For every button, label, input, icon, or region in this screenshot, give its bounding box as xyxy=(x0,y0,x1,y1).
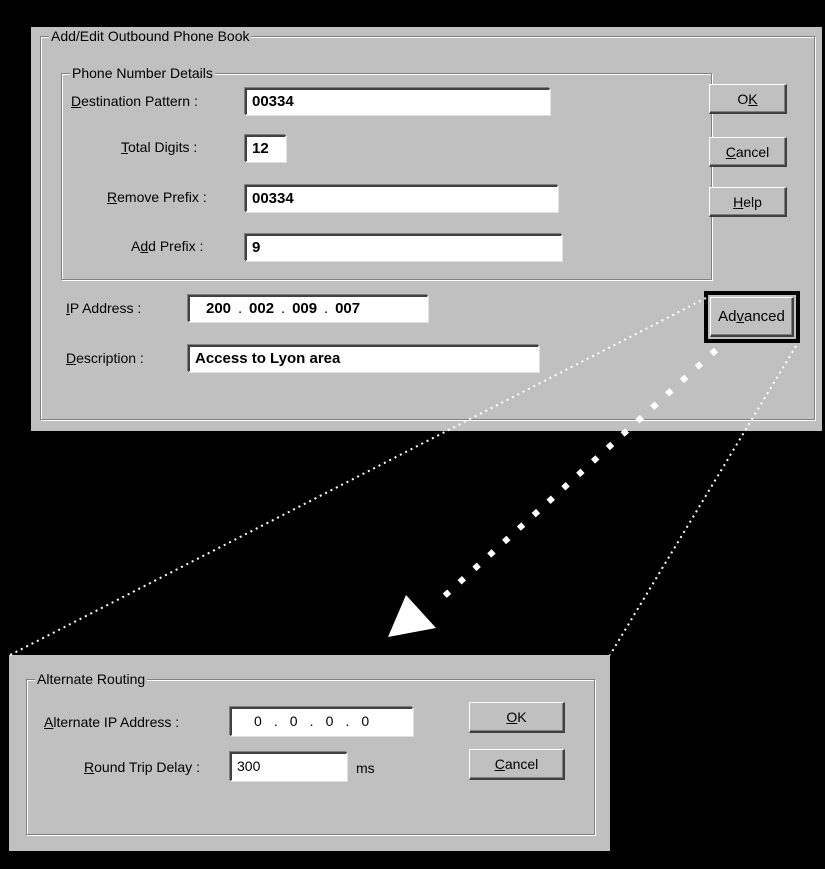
total-digits-input[interactable]: 12 xyxy=(245,135,286,162)
alternate-ip-address-label: Alternate IP Address : xyxy=(44,714,180,730)
cancel-button[interactable]: Cancel xyxy=(709,137,787,167)
ip-octet-1: 200 xyxy=(206,300,232,317)
ip-octet-4: 007 xyxy=(335,300,361,317)
add-prefix-input[interactable]: 9 xyxy=(245,234,562,261)
remove-prefix-input[interactable]: 00334 xyxy=(245,185,558,212)
ip-separator: . xyxy=(273,713,278,729)
round-trip-delay-label: Round Trip Delay : xyxy=(84,759,200,775)
alternate-routing-dialog: Alternate Routing Alternate IP Address :… xyxy=(9,655,610,851)
callout-arrowhead-icon xyxy=(388,595,436,637)
ip-address-input[interactable]: 200. 002. 009. 007 xyxy=(188,295,428,322)
ip-octet-3: 009 xyxy=(292,300,318,317)
ip-separator: . xyxy=(324,300,329,317)
total-digits-label: Total Digits : xyxy=(121,139,198,155)
alt-cancel-button[interactable]: Cancel xyxy=(469,749,565,780)
phone-number-details-title: Phone Number Details xyxy=(70,65,215,81)
description-input[interactable]: Access to Lyon area xyxy=(188,345,539,372)
alt-ip-octet-4: 0 xyxy=(361,713,370,729)
alt-ok-button[interactable]: OK xyxy=(469,702,565,733)
add-prefix-label: Add Prefix : xyxy=(131,238,204,254)
ip-address-label: IP Address : xyxy=(66,300,142,316)
destination-pattern-label: Destination Pattern : xyxy=(71,93,198,109)
destination-pattern-input[interactable]: 00334 xyxy=(245,88,550,115)
ip-separator: . xyxy=(280,300,286,317)
alternate-routing-title: Alternate Routing xyxy=(35,671,148,687)
ip-separator: . xyxy=(237,300,243,317)
outbound-phone-book-title: Add/Edit Outbound Phone Book xyxy=(49,28,252,44)
alt-ip-octet-2: 0 xyxy=(289,713,298,729)
alt-ip-octet-3: 0 xyxy=(325,713,334,729)
round-trip-delay-input[interactable]: 300 xyxy=(230,752,347,781)
alternate-ip-address-input[interactable]: 0. 0. 0. 0 xyxy=(230,707,413,736)
description-label: Description : xyxy=(66,350,144,366)
help-button[interactable]: Help xyxy=(709,187,787,217)
ip-separator: . xyxy=(309,713,314,729)
alt-ip-octet-1: 0 xyxy=(254,713,262,729)
ip-separator: . xyxy=(345,713,350,729)
ok-button[interactable]: OK xyxy=(709,84,787,114)
ip-octet-2: 002 xyxy=(249,300,275,317)
remove-prefix-label: Remove Prefix : xyxy=(107,189,207,205)
advanced-button[interactable]: Ad v anced xyxy=(710,297,794,337)
round-trip-delay-unit: ms xyxy=(356,760,375,776)
outbound-phone-book-dialog: Add/Edit Outbound Phone Book Phone Numbe… xyxy=(31,27,822,431)
